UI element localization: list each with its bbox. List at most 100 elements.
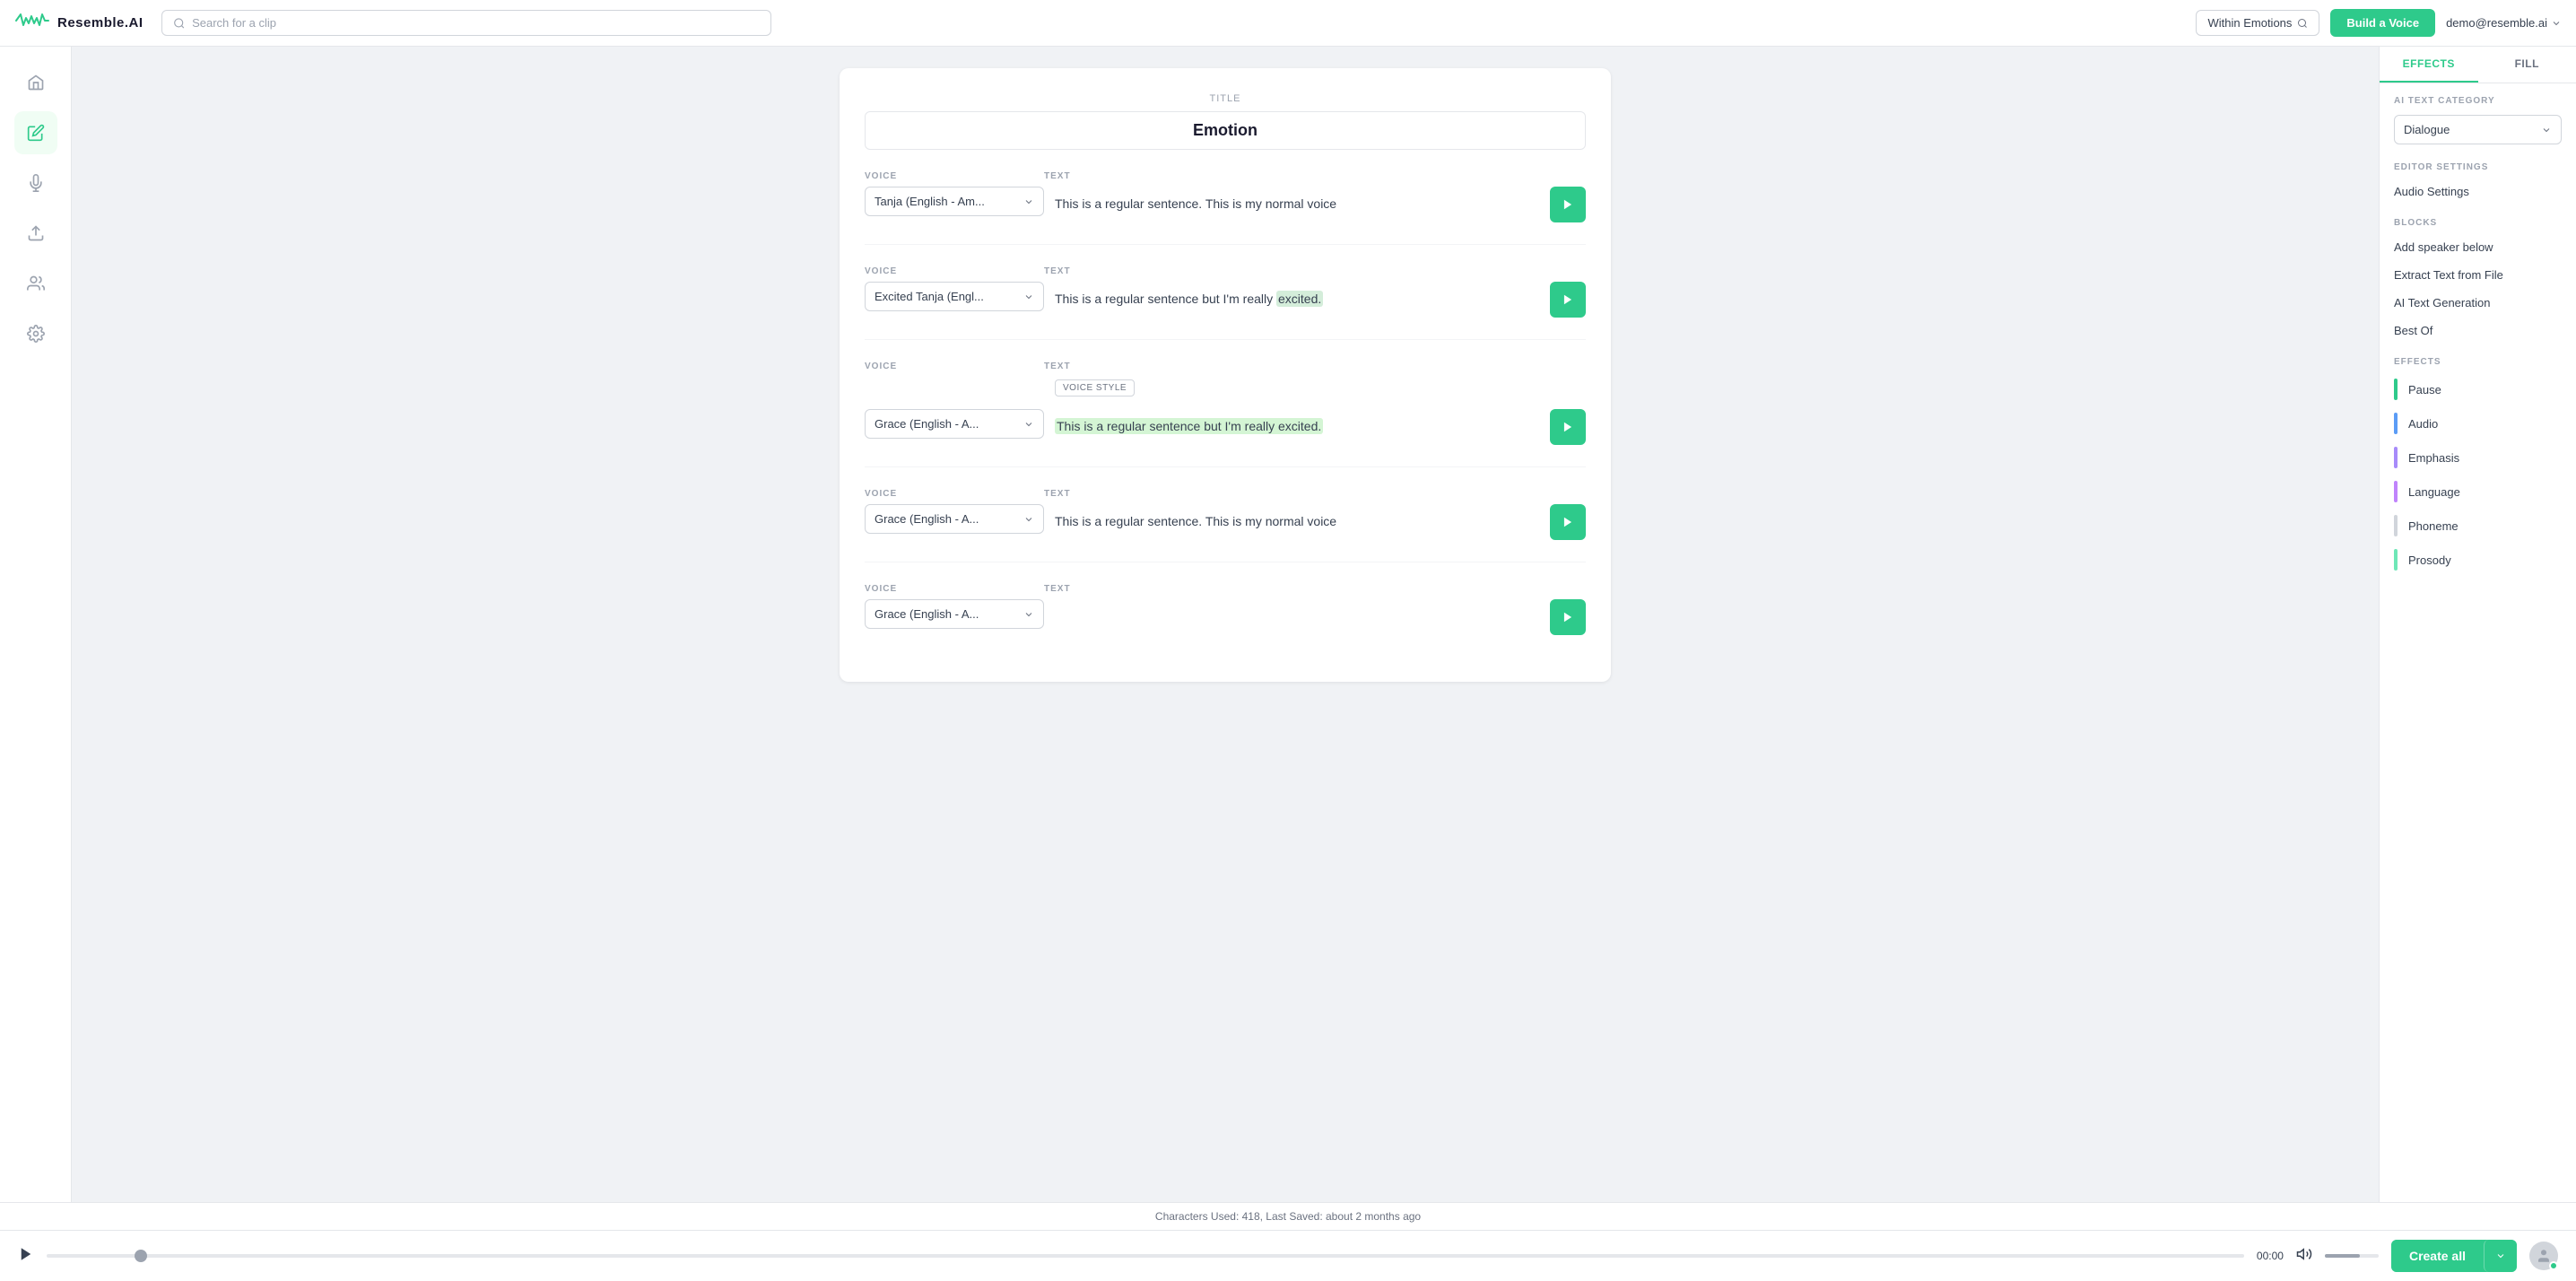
block-2-voice-select[interactable]: Excited Tanja (Engl...: [865, 282, 1044, 311]
block-4-row: Grace (English - A... This is a regular …: [865, 504, 1586, 540]
progress-bar[interactable]: [47, 1254, 2244, 1258]
bottom-player: 00:00 Create all: [0, 1230, 2576, 1281]
chevron-down-icon: [2551, 18, 2562, 29]
tab-effects[interactable]: EFFECTS: [2380, 47, 2478, 83]
sidebar-item-team[interactable]: [14, 262, 57, 305]
play-icon: [1562, 516, 1574, 528]
user-email-text: demo@resemble.ai: [2446, 16, 2547, 30]
block-2-text-label: TEXT: [1044, 266, 1586, 276]
pause-label: Pause: [2408, 383, 2441, 396]
prosody-label: Prosody: [2408, 553, 2451, 567]
block-4-text-label: TEXT: [1044, 489, 1586, 499]
block-1-voice-label: VOICE: [865, 171, 1044, 181]
play-icon: [1562, 293, 1574, 306]
status-bar: Characters Used: 418, Last Saved: about …: [0, 1202, 2576, 1230]
block-2-play-button[interactable]: [1550, 282, 1586, 318]
block-1-play-button[interactable]: [1550, 187, 1586, 222]
ai-text-category-select[interactable]: Dialogue: [2394, 115, 2562, 144]
block-5-text[interactable]: [1055, 599, 1539, 635]
effect-emphasis[interactable]: Emphasis: [2380, 440, 2576, 475]
block-2-text[interactable]: This is a regular sentence but I'm reall…: [1055, 282, 1539, 318]
ai-text-gen-link[interactable]: AI Text Generation: [2380, 289, 2576, 317]
extract-text-link[interactable]: Extract Text from File: [2380, 261, 2576, 289]
add-speaker-link[interactable]: Add speaker below: [2380, 233, 2576, 261]
build-voice-button[interactable]: Build a Voice: [2330, 9, 2435, 37]
nav-right: Within Emotions Build a Voice demo@resem…: [2196, 9, 2562, 37]
phoneme-label: Phoneme: [2408, 519, 2459, 533]
volume-fill: [2325, 1254, 2360, 1258]
emphasis-label: Emphasis: [2408, 451, 2459, 465]
block-4-labels: VOICE TEXT: [865, 489, 1586, 499]
block-3-voice-select[interactable]: Grace (English - A...: [865, 409, 1044, 439]
chevron-down-icon: [1023, 196, 1034, 207]
block-4-voice-name: Grace (English - A...: [875, 512, 979, 526]
block-4-voice-select[interactable]: Grace (English - A...: [865, 504, 1044, 534]
add-speaker-label: Add speaker below: [2394, 240, 2493, 254]
extract-text-label: Extract Text from File: [2394, 268, 2503, 282]
block-1: VOICE TEXT Tanja (English - Am... This i…: [865, 171, 1586, 245]
main-play-button[interactable]: [18, 1246, 34, 1267]
volume-bar[interactable]: [2325, 1254, 2379, 1258]
block-1-voice-select[interactable]: Tanja (English - Am...: [865, 187, 1044, 216]
blocks-title: BLOCKS: [2394, 218, 2562, 228]
title-section: TITLE: [865, 93, 1586, 150]
avatar-wrapper: [2529, 1242, 2558, 1270]
ai-text-category-title: AI TEXT CATEGORY: [2394, 96, 2562, 106]
pause-dot: [2394, 379, 2398, 400]
chevron-down-icon: [1023, 419, 1034, 430]
effect-audio[interactable]: Audio: [2380, 406, 2576, 440]
volume-icon[interactable]: [2296, 1246, 2312, 1267]
block-4-text[interactable]: This is a regular sentence. This is my n…: [1055, 504, 1539, 540]
title-input[interactable]: [865, 111, 1586, 150]
block-5-voice-select[interactable]: Grace (English - A...: [865, 599, 1044, 629]
prosody-dot: [2394, 549, 2398, 571]
chevron-down-icon: [2541, 125, 2552, 135]
editor-content: TITLE VOICE TEXT Tanja (English - Am... …: [72, 47, 2379, 1202]
tab-fill[interactable]: FILL: [2478, 47, 2576, 83]
create-all-dropdown-button[interactable]: [2484, 1240, 2517, 1272]
effect-prosody[interactable]: Prosody: [2380, 543, 2576, 577]
block-3-text[interactable]: This is a regular sentence but I'm reall…: [1055, 409, 1539, 445]
sidebar-item-home[interactable]: [14, 61, 57, 104]
search-input[interactable]: [192, 16, 759, 30]
progress-knob[interactable]: [135, 1250, 147, 1262]
block-3-text-label: TEXT: [1044, 362, 1586, 371]
block-5: VOICE TEXT Grace (English - A...: [865, 584, 1586, 657]
block-1-text-label: TEXT: [1044, 171, 1586, 181]
block-5-play-button[interactable]: [1550, 599, 1586, 635]
block-3-highlight: This is a regular sentence but I'm reall…: [1055, 418, 1323, 434]
effect-language[interactable]: Language: [2380, 475, 2576, 509]
project-selector[interactable]: Within Emotions: [2196, 10, 2319, 36]
ai-text-gen-label: AI Text Generation: [2394, 296, 2490, 309]
search-bar[interactable]: [161, 10, 771, 36]
block-1-text[interactable]: This is a regular sentence. This is my n…: [1055, 187, 1539, 222]
audio-label: Audio: [2408, 417, 2438, 431]
ai-text-category-value: Dialogue: [2404, 123, 2450, 136]
online-indicator: [2549, 1261, 2558, 1270]
sidebar-item-settings[interactable]: [14, 312, 57, 355]
best-of-link[interactable]: Best Of: [2380, 317, 2576, 344]
audio-settings-link[interactable]: Audio Settings: [2380, 178, 2576, 205]
sidebar-item-record[interactable]: [14, 161, 57, 205]
logo: Resemble.AI: [14, 11, 144, 36]
user-icon: [2536, 1248, 2552, 1264]
block-3-row: Grace (English - A... This is a regular …: [865, 409, 1586, 445]
block-3-play-button[interactable]: [1550, 409, 1586, 445]
editor-panel: TITLE VOICE TEXT Tanja (English - Am... …: [840, 68, 1611, 682]
chevron-down-icon: [1023, 514, 1034, 525]
user-menu[interactable]: demo@resemble.ai: [2446, 16, 2562, 30]
block-3: VOICE TEXT VOICE STYLE Grace (English - …: [865, 362, 1586, 467]
effects-title: EFFECTS: [2394, 357, 2562, 367]
block-1-row: Tanja (English - Am... This is a regular…: [865, 187, 1586, 222]
create-all-button[interactable]: Create all: [2391, 1240, 2484, 1272]
sidebar-item-upload[interactable]: [14, 212, 57, 255]
block-5-row: Grace (English - A...: [865, 599, 1586, 635]
effect-pause[interactable]: Pause: [2380, 372, 2576, 406]
block-5-labels: VOICE TEXT: [865, 584, 1586, 594]
effect-phoneme[interactable]: Phoneme: [2380, 509, 2576, 543]
logo-wave-icon: [14, 11, 50, 36]
block-1-labels: VOICE TEXT: [865, 171, 1586, 181]
block-4-play-button[interactable]: [1550, 504, 1586, 540]
sidebar-item-edit[interactable]: [14, 111, 57, 154]
search-icon: [173, 17, 186, 30]
